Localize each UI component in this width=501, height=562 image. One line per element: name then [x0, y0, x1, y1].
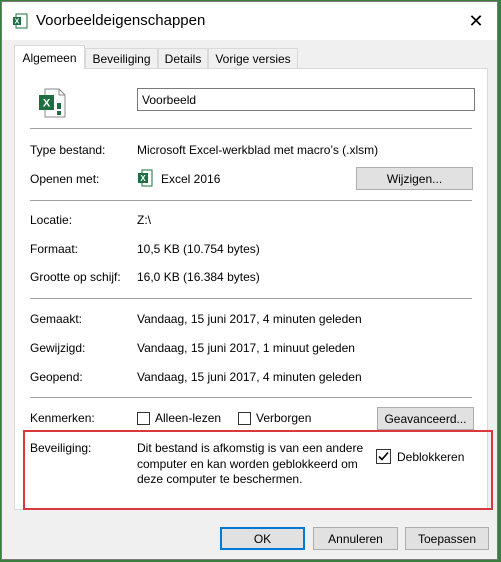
unblock-checkbox[interactable] [376, 449, 391, 464]
type-label: Type bestand: [30, 143, 106, 157]
checkmark-icon [378, 451, 389, 461]
svg-text:X: X [43, 98, 51, 110]
security-label: Beveiliging: [30, 441, 92, 455]
modified-label: Gewijzigd: [30, 341, 86, 355]
security-text-line3: deze computer te beschermen. [137, 472, 303, 486]
hidden-checkbox[interactable] [238, 412, 251, 425]
svg-text:X: X [140, 174, 146, 183]
hidden-label[interactable]: Verborgen [256, 411, 311, 425]
general-panel: X Type bestand: Microsoft Excel-werkblad… [14, 68, 493, 510]
unblock-label[interactable]: Deblokkeren [397, 450, 464, 464]
modified-value: Vandaag, 15 juni 2017, 1 minuut geleden [137, 341, 355, 355]
svg-text:X: X [15, 19, 20, 26]
security-text-line1: Dit bestand is afkomstig is van een ande… [137, 441, 364, 455]
readonly-label[interactable]: Alleen-lezen [155, 411, 221, 425]
separator [30, 397, 472, 398]
tab-general[interactable]: Algemeen [14, 45, 85, 69]
close-button[interactable]: ✕ [461, 6, 491, 36]
accessed-label: Geopend: [30, 370, 83, 384]
apply-button-label: Toepassen [417, 531, 477, 546]
change-button[interactable]: Wijzigen... [356, 167, 473, 190]
tab-security-label: Beveiliging [92, 51, 151, 66]
tab-security[interactable]: Beveiliging [85, 48, 158, 68]
accessed-value: Vandaag, 15 juni 2017, 4 minuten geleden [137, 370, 362, 384]
created-value: Vandaag, 15 juni 2017, 4 minuten geleden [137, 312, 362, 326]
created-label: Gemaakt: [30, 312, 83, 326]
excel-icon: X [138, 169, 153, 187]
advanced-button-label: Geavanceerd... [384, 411, 467, 426]
dialog-footer: OK Annuleren Toepassen [2, 512, 497, 560]
tab-general-label: Algemeen [22, 50, 77, 65]
window-title: Voorbeeldeigenschappen [36, 12, 206, 29]
properties-dialog: X Voorbeeldeigenschappen ✕ Algemeen Beve… [1, 1, 498, 560]
location-label: Locatie: [30, 213, 73, 227]
readonly-checkbox[interactable] [137, 412, 150, 425]
advanced-button[interactable]: Geavanceerd... [377, 407, 474, 430]
tab-details[interactable]: Details [158, 48, 208, 68]
separator [30, 128, 472, 129]
tab-previous-versions-label: Vorige versies [215, 51, 291, 66]
opens-with-label: Openen met: [30, 172, 100, 186]
disk-size-value: 16,0 KB (16.384 bytes) [137, 270, 260, 284]
cancel-button-label: Annuleren [328, 531, 383, 546]
separator [30, 298, 472, 299]
security-text-line2: computer en kan worden geblokkeerd om [137, 457, 358, 471]
opens-with-app: Excel 2016 [161, 172, 221, 186]
tab-details-label: Details [164, 51, 202, 66]
excel-macro-file-icon: X [39, 88, 66, 118]
file-name-input[interactable] [137, 88, 475, 111]
type-value: Microsoft Excel-werkblad met macro’s (.x… [137, 143, 379, 157]
ok-button-label: OK [253, 531, 272, 546]
close-icon: ✕ [468, 10, 484, 31]
cancel-button[interactable]: Annuleren [313, 527, 398, 550]
attributes-label: Kenmerken: [30, 411, 95, 425]
excel-file-icon: X [13, 13, 28, 29]
tab-previous-versions[interactable]: Vorige versies [208, 48, 298, 68]
apply-button[interactable]: Toepassen [405, 527, 489, 550]
change-button-label: Wijzigen... [386, 171, 443, 186]
location-value: Z:\ [137, 213, 151, 227]
size-value: 10,5 KB (10.754 bytes) [137, 242, 260, 256]
size-label: Formaat: [30, 242, 79, 256]
title-bar[interactable]: X Voorbeeldeigenschappen ✕ [2, 2, 497, 40]
disk-size-label: Grootte op schijf: [30, 270, 121, 284]
separator [30, 200, 472, 201]
ok-button[interactable]: OK [220, 527, 305, 550]
